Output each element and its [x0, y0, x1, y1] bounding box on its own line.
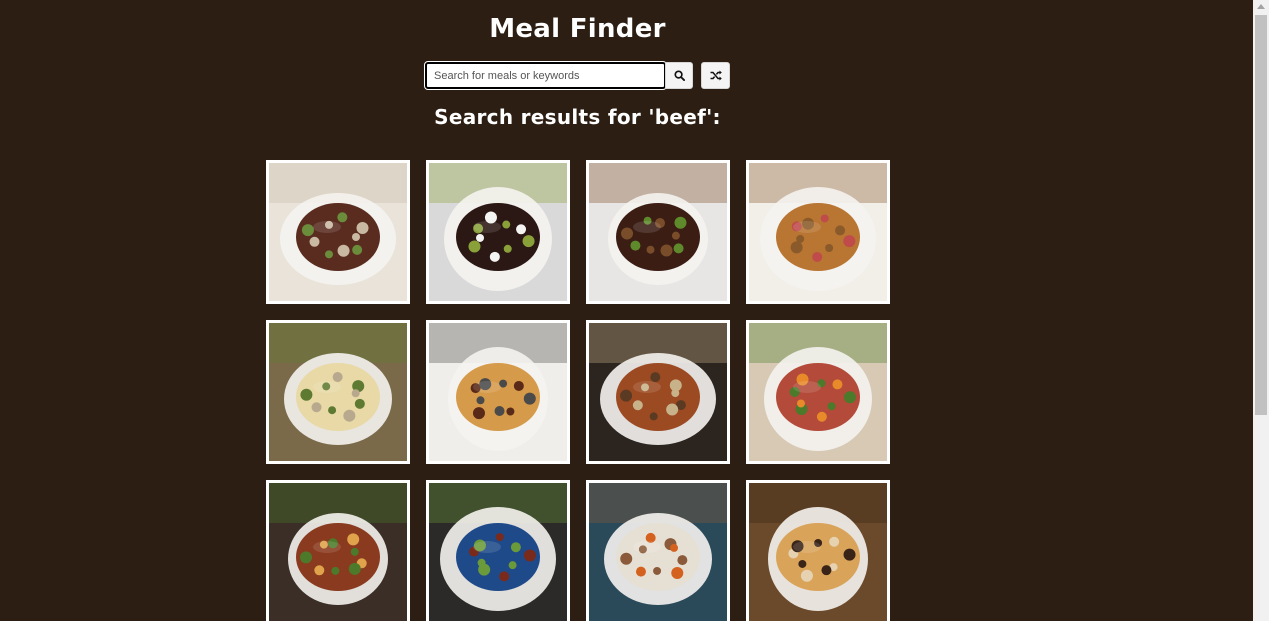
meal-thumbnail-image: [749, 163, 887, 301]
meal-card[interactable]: [266, 160, 410, 304]
page-title: Meal Finder: [489, 14, 666, 44]
meal-card[interactable]: [266, 320, 410, 464]
search-button[interactable]: [665, 62, 693, 89]
meal-card[interactable]: [266, 480, 410, 621]
vertical-scrollbar[interactable]: [1253, 0, 1269, 621]
scroll-thumb[interactable]: [1255, 15, 1267, 415]
meal-card[interactable]: [746, 160, 890, 304]
meal-thumbnail-image: [269, 163, 407, 301]
meal-card[interactable]: [746, 320, 890, 464]
search-result-heading: Search results for 'beef':: [434, 105, 721, 129]
meal-thumbnail-image: [269, 323, 407, 461]
search-icon: [673, 70, 685, 81]
meal-thumbnail-image: [429, 323, 567, 461]
meal-finder-page: Meal Finder Search results for 'beef':: [0, 0, 1253, 621]
meal-thumbnail-image: [269, 483, 407, 621]
meal-thumbnail-image: [749, 483, 887, 621]
meal-thumbnail-image: [589, 483, 727, 621]
meal-thumbnail-image: [429, 483, 567, 621]
shuffle-icon: [710, 70, 722, 81]
meal-thumbnail-image: [589, 323, 727, 461]
meal-card[interactable]: [426, 480, 570, 621]
meal-thumbnail-image: [589, 163, 727, 301]
meal-card[interactable]: [586, 160, 730, 304]
meal-card[interactable]: [746, 480, 890, 621]
meal-card[interactable]: [586, 320, 730, 464]
scroll-up-arrow-icon[interactable]: [1257, 4, 1265, 9]
meal-card[interactable]: [586, 480, 730, 621]
random-meal-button[interactable]: [701, 62, 730, 89]
search-input[interactable]: [424, 61, 667, 90]
meal-thumbnail-image: [429, 163, 567, 301]
meal-card[interactable]: [426, 320, 570, 464]
meal-card[interactable]: [426, 160, 570, 304]
meal-thumbnail-image: [749, 323, 887, 461]
